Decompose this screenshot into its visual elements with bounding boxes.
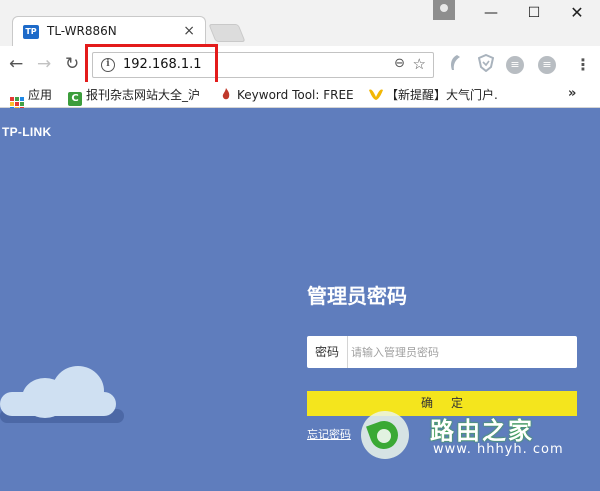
tp-link-logo: TP-LINK bbox=[2, 125, 52, 139]
window-close-icon[interactable]: ✕ bbox=[560, 2, 594, 24]
bookmarks-bar: 应用 C 报刊杂志网站大全_沪 Keyword Tool: FREE 【新提醒】大… bbox=[0, 82, 600, 111]
minimize-icon[interactable]: — bbox=[474, 2, 508, 24]
maximize-icon[interactable]: ☐ bbox=[517, 2, 551, 24]
user-profile-icon[interactable] bbox=[433, 0, 455, 20]
url-highlight-box bbox=[85, 44, 218, 86]
browser-titlebar: TP TL-WR886N × — ☐ ✕ bbox=[0, 0, 600, 46]
green-c-icon: C bbox=[68, 92, 82, 106]
circle-ext-icon[interactable]: ≡ bbox=[538, 56, 556, 74]
flame-icon bbox=[219, 87, 233, 101]
router-login-page: TP-LINK 管理员密码 密码 确定 忘记密码 路由之家 www. hhhyh… bbox=[0, 108, 600, 491]
yellow-icon bbox=[368, 87, 383, 101]
password-field-group: 密码 bbox=[307, 336, 577, 368]
bookmark-item[interactable]: C 报刊杂志网站大全_沪 bbox=[68, 87, 200, 106]
password-label: 密码 bbox=[307, 336, 348, 368]
circle-ext-icon[interactable]: ≡ bbox=[506, 56, 524, 74]
tab-title: TL-WR886N bbox=[47, 24, 117, 38]
forgot-password-link[interactable]: 忘记密码 bbox=[307, 426, 351, 442]
browser-tab[interactable]: TP TL-WR886N × bbox=[12, 16, 206, 46]
watermark-url: www. hhhyh. com bbox=[433, 442, 564, 457]
reload-icon[interactable]: ↻ bbox=[65, 54, 79, 74]
bookmark-item[interactable]: 【新提醒】大气门户. bbox=[368, 87, 498, 105]
bookmarks-more-icon[interactable]: » bbox=[568, 86, 576, 101]
tp-link-favicon-icon: TP bbox=[23, 25, 39, 39]
bookmark-apps[interactable]: 应用 bbox=[10, 87, 52, 111]
bookmark-star-icon[interactable]: ☆ bbox=[413, 55, 426, 73]
forward-arrow-icon[interactable]: → bbox=[37, 54, 51, 74]
cloud-illustration bbox=[0, 366, 120, 418]
watermark-logo bbox=[361, 411, 409, 459]
tab-close-icon[interactable]: × bbox=[183, 23, 195, 39]
password-input[interactable] bbox=[351, 336, 573, 368]
bookmark-item[interactable]: Keyword Tool: FREE bbox=[219, 87, 354, 105]
back-arrow-icon[interactable]: ← bbox=[9, 54, 23, 74]
menu-dots-icon[interactable]: ⋮ bbox=[575, 55, 591, 75]
zoom-icon[interactable]: ⊖ bbox=[394, 56, 405, 71]
watermark-name: 路由之家 bbox=[430, 417, 534, 445]
new-tab-button[interactable] bbox=[208, 24, 246, 42]
login-title: 管理员密码 bbox=[307, 284, 407, 308]
feather-icon[interactable] bbox=[444, 54, 466, 76]
shield-icon[interactable] bbox=[475, 53, 497, 76]
